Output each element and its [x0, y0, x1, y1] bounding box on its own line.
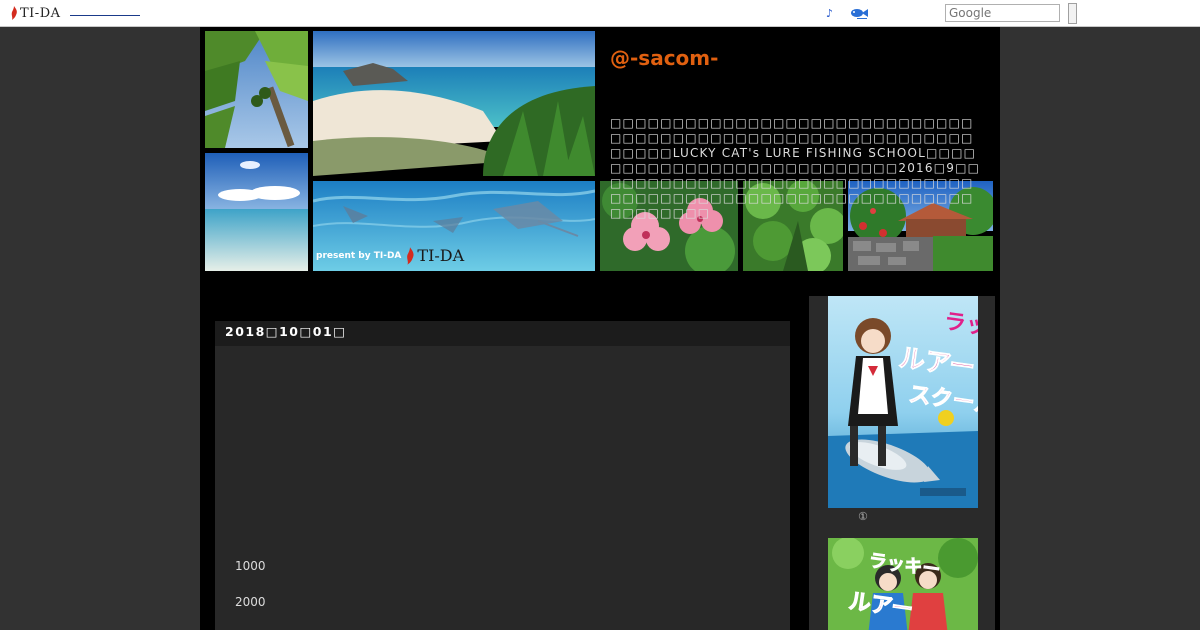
manta-ray-underwater-photo: present by TI-DA TI-DA	[313, 181, 595, 271]
fish-icon[interactable]	[849, 6, 869, 20]
divider-line	[70, 15, 140, 16]
shallow-sea-photo	[205, 153, 308, 271]
beach-photo	[313, 31, 595, 176]
present-by-text: present by TI-DA	[316, 250, 402, 261]
papaya-tree-photo	[205, 31, 308, 148]
entry-text-line: 1000	[235, 559, 266, 573]
present-by-banner: present by TI-DA TI-DA	[316, 246, 464, 265]
flame-icon	[407, 246, 414, 265]
sidebar: ラッキー ルアー スクール ① ラッキー ルアー	[809, 296, 995, 630]
search-button[interactable]	[1068, 3, 1077, 24]
entry-date: 2018□10□01□	[215, 321, 790, 346]
site-description: □□□□□□□□□□□□□□□□□□□□□□□□□□□□□ □□□□□□□□□□…	[610, 116, 981, 220]
music-note-icon[interactable]: ♪	[826, 7, 833, 20]
tida-banner-logo: TI-DA	[417, 246, 465, 265]
entry-text-line: 2000	[235, 595, 266, 609]
flame-icon	[11, 6, 17, 20]
book-cover-volume-2[interactable]: ラッキー ルアー	[828, 538, 978, 630]
book-caption: ①	[858, 510, 868, 523]
site-title[interactable]: @-sacom-	[610, 46, 718, 70]
book-cover-volume-1[interactable]: ラッキー ルアー スクール	[828, 296, 978, 508]
top-navigation-bar: TI-DA ♪	[0, 0, 1200, 27]
google-search-input[interactable]	[945, 4, 1060, 22]
blog-entry: 2018□10□01□ 1000 2000	[215, 321, 790, 630]
tida-logo[interactable]: TI-DA	[10, 5, 61, 21]
tida-logo-text: TI-DA	[20, 5, 61, 21]
page-container: present by TI-DA TI-DA @-sacom- □□□□□□□□…	[200, 27, 1000, 630]
